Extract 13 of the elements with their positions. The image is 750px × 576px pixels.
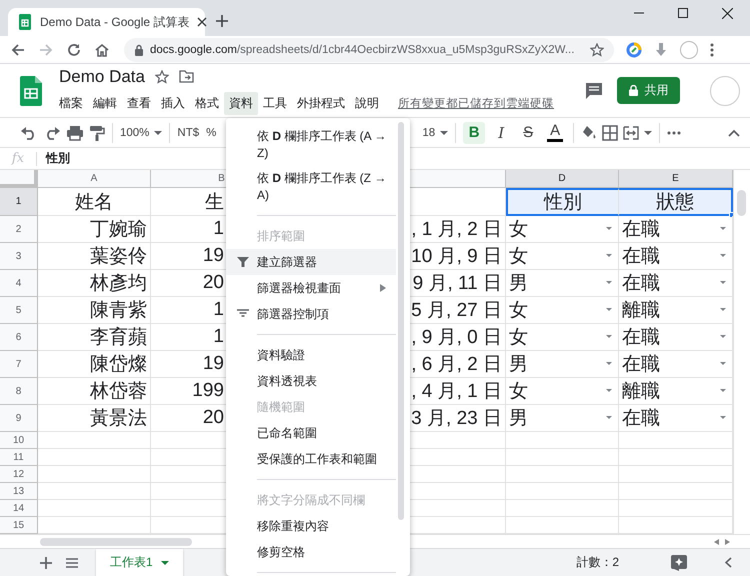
table-cell: 黃景法 xyxy=(38,405,151,432)
table-cell: 林彥均 xyxy=(38,270,151,297)
table-cell: 林岱蓉 xyxy=(38,378,151,405)
table-cell: 姓名 xyxy=(38,188,151,216)
table-cell: 性別 xyxy=(506,188,619,216)
table-cell: 狀態 xyxy=(619,188,733,216)
table-cell: 葉姿伶 xyxy=(38,243,151,270)
table-cell: 陳岱燦 xyxy=(38,351,151,378)
tab-title: Demo Data - Google 試算表 xyxy=(40,14,190,30)
function-label: fx xyxy=(10,151,26,166)
table-cell: 丁婉瑜 xyxy=(38,216,151,243)
table-cell: 陳青紫 xyxy=(38,297,151,324)
table-cell: 李育蘋 xyxy=(38,324,151,351)
